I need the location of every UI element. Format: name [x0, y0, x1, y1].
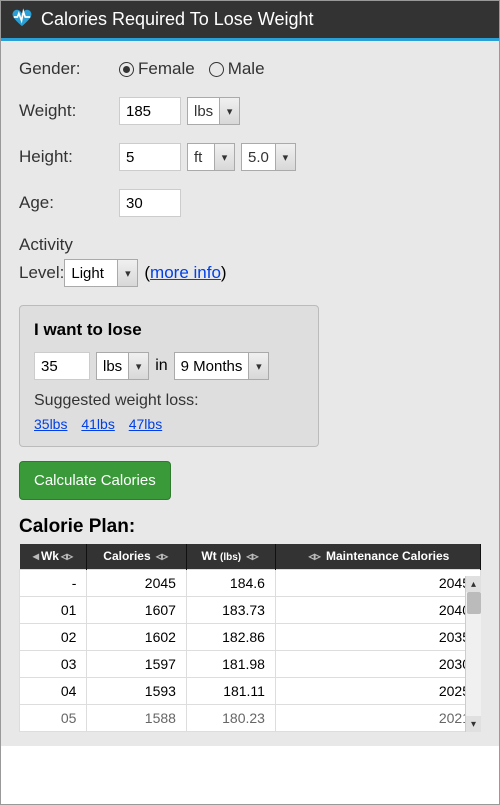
title-bar: Calories Required To Lose Weight — [1, 1, 499, 41]
suggested-link-0[interactable]: 35lbs — [34, 416, 67, 432]
col-wt[interactable]: Wt (lbs) ◃▹ — [186, 544, 275, 570]
table-row: 031597181.982030 — [20, 651, 481, 678]
suggested-link-2[interactable]: 47lbs — [129, 416, 162, 432]
activity-row: Activity Level: Light ▾ (more info) — [19, 235, 481, 287]
lose-heading: I want to lose — [34, 320, 304, 340]
table-row: 021602182.862035 — [20, 624, 481, 651]
gender-label: Gender: — [19, 59, 119, 79]
table-row: 051588180.232021 — [20, 705, 481, 732]
col-calories[interactable]: Calories ◃▹ — [87, 544, 187, 570]
age-label: Age: — [19, 193, 119, 213]
height-feet-unit-select[interactable]: ft ▾ — [187, 143, 235, 171]
calorie-plan-heading: Calorie Plan: — [19, 516, 481, 538]
page-title: Calories Required To Lose Weight — [41, 9, 314, 30]
suggested-link-1[interactable]: 41lbs — [81, 416, 114, 432]
chevron-down-icon: ▾ — [275, 144, 295, 170]
calorie-plan-table-wrap: ◂Wk◃▹ Calories ◃▹ Wt (lbs) ◃▹ ◃▹ Mainten… — [19, 544, 481, 732]
calculate-button[interactable]: Calculate Calories — [19, 461, 171, 500]
table-row: 041593181.112025 — [20, 678, 481, 705]
chevron-down-icon: ▾ — [219, 98, 239, 124]
lose-duration-select[interactable]: 9 Months ▾ — [174, 352, 270, 380]
scroll-down-icon[interactable]: ▾ — [466, 716, 481, 732]
activity-label-l2: Level: — [19, 263, 64, 283]
more-info-link[interactable]: more info — [150, 263, 221, 282]
weight-unit-select[interactable]: lbs ▾ — [187, 97, 240, 125]
height-feet-input[interactable] — [119, 143, 181, 171]
form-area: Gender: Female Male Weight: lbs ▾ Height… — [1, 41, 499, 746]
activity-label-l1: Activity — [19, 235, 481, 255]
height-row: Height: ft ▾ 5.0 ▾ — [19, 143, 481, 171]
radio-unselected-icon — [209, 62, 224, 77]
chevron-down-icon: ▾ — [248, 353, 268, 379]
lose-amount-input[interactable] — [34, 352, 90, 380]
table-scrollbar[interactable]: ▴ ▾ — [465, 576, 481, 732]
chevron-down-icon: ▾ — [214, 144, 234, 170]
lose-box: I want to lose lbs ▾ in 9 Months ▾ Sugge… — [19, 305, 319, 447]
gender-female-radio[interactable]: Female — [119, 59, 195, 79]
calorie-plan-table: ◂Wk◃▹ Calories ◃▹ Wt (lbs) ◃▹ ◃▹ Mainten… — [19, 544, 481, 732]
chevron-down-icon: ▾ — [117, 260, 137, 286]
heartbeat-icon — [11, 7, 41, 32]
gender-row: Gender: Female Male — [19, 59, 481, 79]
activity-level-select[interactable]: Light ▾ — [64, 259, 138, 287]
table-row: -2045184.62045 — [20, 570, 481, 597]
age-input[interactable] — [119, 189, 181, 217]
lose-in-label: in — [155, 357, 167, 375]
table-row: 011607183.732040 — [20, 597, 481, 624]
col-wk[interactable]: ◂Wk◃▹ — [20, 544, 87, 570]
weight-row: Weight: lbs ▾ — [19, 97, 481, 125]
weight-label: Weight: — [19, 101, 119, 121]
height-inches-select[interactable]: 5.0 ▾ — [241, 143, 296, 171]
lose-unit-select[interactable]: lbs ▾ — [96, 352, 149, 380]
age-row: Age: — [19, 189, 481, 217]
scroll-thumb[interactable] — [467, 592, 481, 614]
weight-input[interactable] — [119, 97, 181, 125]
suggested-label: Suggested weight loss: — [34, 392, 304, 410]
chevron-down-icon: ▾ — [128, 353, 148, 379]
radio-selected-icon — [119, 62, 134, 77]
height-label: Height: — [19, 147, 119, 167]
gender-male-radio[interactable]: Male — [209, 59, 265, 79]
col-maint[interactable]: ◃▹ Maintenance Calories — [275, 544, 480, 570]
scroll-up-icon[interactable]: ▴ — [466, 576, 481, 592]
